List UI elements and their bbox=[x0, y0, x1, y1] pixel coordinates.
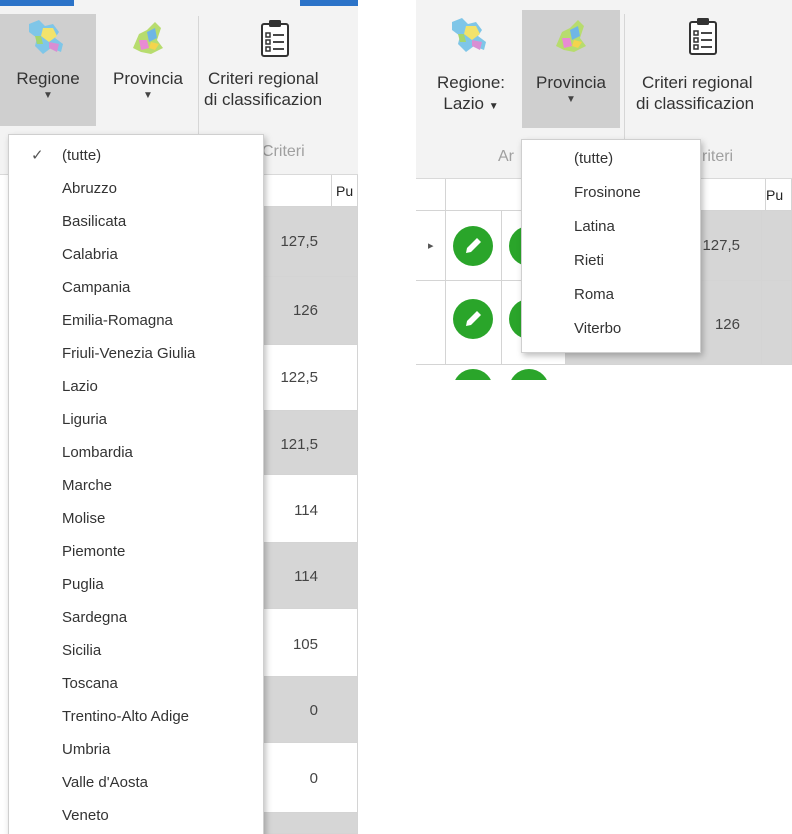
chevron-down-icon: ▼ bbox=[43, 90, 53, 101]
menu-item-friuli-venezia-giulia[interactable]: Friuli-Venezia Giulia bbox=[9, 337, 263, 370]
score-value: 0 bbox=[309, 770, 318, 787]
provincia-button[interactable]: Provincia ▼ bbox=[522, 10, 620, 128]
menu-item-puglia[interactable]: Puglia bbox=[9, 568, 263, 601]
criteri-line-1: Criteri regional bbox=[642, 73, 753, 92]
group-label-area: Ar bbox=[498, 148, 514, 165]
criteri-line-2: di classificazion bbox=[636, 94, 755, 113]
provincia-dropdown-menu: (tutte) Frosinone Latina Rieti Roma Vite… bbox=[521, 139, 701, 353]
score-value: 127,5 bbox=[280, 233, 318, 250]
menu-item-rieti[interactable]: Rieti bbox=[522, 244, 700, 278]
menu-item-label: (tutte) bbox=[62, 147, 102, 164]
criteri-line-2: di classificazion bbox=[204, 90, 323, 109]
score-value: 105 bbox=[292, 636, 318, 653]
score-value: 0 bbox=[309, 702, 318, 719]
menu-item-veneto[interactable]: Veneto bbox=[9, 799, 263, 832]
score-value: 122,5 bbox=[280, 369, 318, 386]
menu-item-tutte[interactable]: ✓ (tutte) bbox=[9, 139, 263, 172]
left-panel: Regione ▼ Provincia ▼ Criteri regional d… bbox=[0, 0, 358, 834]
checkmark-icon: ✓ bbox=[31, 147, 44, 164]
menu-item-campania[interactable]: Campania bbox=[9, 271, 263, 304]
menu-item-toscana[interactable]: Toscana bbox=[9, 667, 263, 700]
menu-item-abruzzo[interactable]: Abruzzo bbox=[9, 172, 263, 205]
chevron-down-icon: ▼ bbox=[566, 94, 576, 105]
menu-item-lazio[interactable]: Lazio bbox=[9, 370, 263, 403]
score-value: 121,5 bbox=[280, 436, 318, 453]
provincia-button[interactable]: Provincia ▼ bbox=[100, 14, 196, 126]
ribbon-accent-bar bbox=[300, 0, 358, 6]
score-value: 114 bbox=[294, 568, 318, 585]
table-row bbox=[262, 813, 358, 834]
grid-row-header bbox=[416, 179, 446, 211]
right-panel: Regione: Lazio ▼ Provincia ▼ Criteri reg… bbox=[416, 0, 792, 380]
regione-button[interactable]: Regione: Lazio ▼ bbox=[422, 10, 520, 128]
menu-item-sicilia[interactable]: Sicilia bbox=[9, 634, 263, 667]
menu-item-tutte[interactable]: (tutte) bbox=[522, 142, 700, 176]
ribbon-accent-bar bbox=[0, 0, 74, 6]
clipboard-checklist-icon bbox=[261, 20, 289, 57]
menu-item-lombardia[interactable]: Lombardia bbox=[9, 436, 263, 469]
menu-item-liguria[interactable]: Liguria bbox=[9, 403, 263, 436]
edit-icon[interactable] bbox=[453, 299, 493, 339]
score-value: 126 bbox=[292, 302, 318, 319]
regions-map-icon bbox=[29, 20, 63, 54]
provinces-map-icon bbox=[133, 22, 163, 54]
regione-dropdown-menu: ✓ (tutte) Abruzzo Basilicata Calabria Ca… bbox=[8, 134, 264, 834]
regione-value: Lazio bbox=[443, 94, 484, 113]
table-cell bbox=[762, 281, 792, 365]
menu-item-latina[interactable]: Latina bbox=[522, 210, 700, 244]
regione-label: Regione bbox=[16, 69, 80, 88]
current-row-indicator: ▸ bbox=[416, 211, 446, 281]
provincia-label: Provincia bbox=[536, 73, 606, 92]
grid-row-header bbox=[416, 281, 446, 365]
menu-item-umbria[interactable]: Umbria bbox=[9, 733, 263, 766]
provinces-map-icon bbox=[556, 20, 586, 52]
edit-icon[interactable] bbox=[453, 226, 493, 266]
provincia-label: Provincia bbox=[113, 69, 183, 88]
regione-selected-value: Lazio ▼ bbox=[422, 93, 520, 117]
menu-item-basilicata[interactable]: Basilicata bbox=[9, 205, 263, 238]
grid-header-punteggio[interactable]: Pu bbox=[762, 179, 792, 211]
menu-item-valle-daosta[interactable]: Valle d'Aosta bbox=[9, 766, 263, 799]
score-value: 114 bbox=[294, 502, 318, 519]
grid-header-punteggio[interactable]: Pu bbox=[332, 175, 358, 207]
menu-item-roma[interactable]: Roma bbox=[522, 278, 700, 312]
regione-button[interactable]: Regione ▼ bbox=[0, 14, 96, 126]
criteri-regionali-button[interactable]: Criteri regional di classificazion bbox=[626, 10, 792, 128]
table-cell bbox=[762, 211, 792, 281]
regions-map-icon bbox=[452, 18, 486, 52]
clipboard-checklist-icon bbox=[689, 18, 717, 55]
menu-item-calabria[interactable]: Calabria bbox=[9, 238, 263, 271]
chevron-down-icon: ▼ bbox=[488, 101, 499, 112]
criteri-line-1: Criteri regional bbox=[208, 69, 319, 88]
group-label-criteri: riteri bbox=[702, 148, 734, 165]
edit-icon[interactable] bbox=[453, 369, 493, 380]
criteri-regionali-button[interactable]: Criteri regional di classificazion bbox=[200, 14, 358, 126]
menu-item-marche[interactable]: Marche bbox=[9, 469, 263, 502]
group-label-criteri: Criteri bbox=[262, 143, 305, 160]
menu-item-frosinone[interactable]: Frosinone bbox=[522, 176, 700, 210]
edit-icon[interactable] bbox=[509, 369, 549, 380]
menu-item-trentino-alto-adige[interactable]: Trentino-Alto Adige bbox=[9, 700, 263, 733]
menu-item-viterbo[interactable]: Viterbo bbox=[522, 312, 700, 346]
menu-item-emilia-romagna[interactable]: Emilia-Romagna bbox=[9, 304, 263, 337]
menu-item-molise[interactable]: Molise bbox=[9, 502, 263, 535]
grid-header-cell bbox=[262, 175, 332, 207]
regione-label: Regione: bbox=[436, 73, 506, 92]
menu-item-piemonte[interactable]: Piemonte bbox=[9, 535, 263, 568]
chevron-down-icon: ▼ bbox=[143, 90, 153, 101]
menu-item-sardegna[interactable]: Sardegna bbox=[9, 601, 263, 634]
